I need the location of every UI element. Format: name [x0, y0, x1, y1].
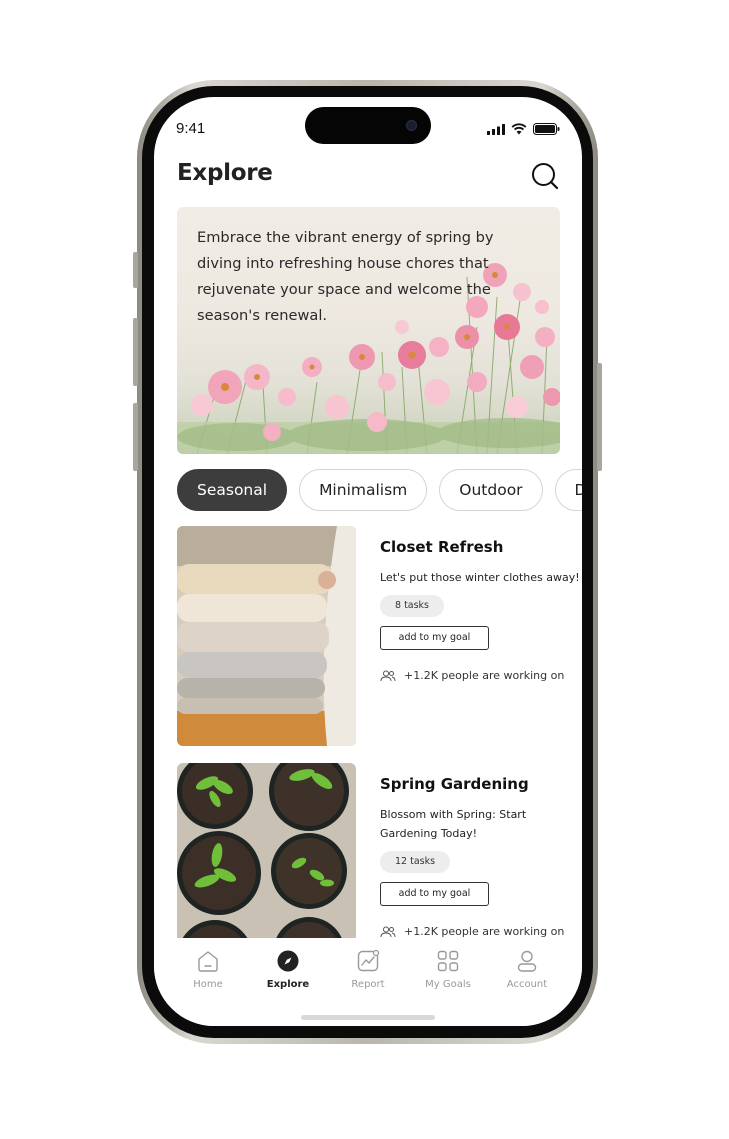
- people-count: +1.2K people are working on: [404, 925, 565, 938]
- card-info: Spring Gardening Blossom with Spring: St…: [380, 775, 577, 938]
- tab-label: Home: [193, 979, 223, 990]
- tasks-badge: 8 tasks: [380, 595, 445, 617]
- goal-card-spring-gardening[interactable]: Spring Gardening Blossom with Spring: St…: [177, 763, 577, 938]
- grid-icon: [437, 950, 459, 972]
- card-title: Closet Refresh: [380, 538, 504, 556]
- home-icon: [198, 951, 218, 972]
- action-button: [133, 252, 138, 288]
- user-icon: [517, 950, 537, 972]
- sweaters-image: [177, 526, 356, 746]
- card-description: Blossom with Spring: Start Gardening Tod…: [380, 808, 527, 840]
- status-time: 9:41: [176, 120, 206, 137]
- tab-account[interactable]: Account: [487, 948, 567, 990]
- chip-minimalism[interactable]: Minimalism: [299, 469, 428, 511]
- tab-home[interactable]: Home: [168, 948, 248, 990]
- card-title: Spring Gardening: [380, 775, 529, 793]
- volume-up-button: [133, 318, 138, 386]
- camera-icon: [406, 120, 417, 131]
- dynamic-island: [305, 107, 431, 144]
- add-to-goal-button[interactable]: add to my goal: [380, 626, 489, 650]
- people-working: +1.2K people are working on: [380, 669, 580, 682]
- people-icon: [380, 670, 396, 681]
- people-icon: [380, 926, 396, 937]
- goal-card-closet-refresh[interactable]: Closet Refresh Let's put those winter cl…: [177, 526, 580, 746]
- tab-label: Explore: [266, 979, 310, 990]
- tab-label: Report: [351, 979, 385, 990]
- card-info: Closet Refresh Let's put those winter cl…: [380, 538, 580, 682]
- page-title: Explore: [177, 160, 273, 186]
- people-count: +1.2K people are working on: [404, 669, 565, 682]
- volume-down-button: [133, 403, 138, 471]
- search-icon[interactable]: [530, 161, 560, 191]
- wifi-icon: [511, 123, 527, 135]
- seedlings-image: [177, 763, 356, 938]
- phone-screen: 9:41 Explore Embrace the vibrant energy …: [154, 97, 582, 1026]
- tab-label: My Goals: [425, 979, 471, 990]
- tab-label: Account: [506, 979, 548, 990]
- card-thumbnail: [177, 526, 356, 746]
- category-chips: Seasonal Minimalism Outdoor Du: [177, 469, 582, 511]
- chart-icon: [357, 949, 380, 972]
- power-button: [597, 363, 602, 471]
- hero-banner[interactable]: Embrace the vibrant energy of spring by …: [177, 207, 560, 454]
- people-working: +1.2K people are working on: [380, 925, 577, 938]
- add-to-goal-button[interactable]: add to my goal: [380, 882, 489, 906]
- hero-text: Embrace the vibrant energy of spring by …: [197, 229, 494, 324]
- compass-icon: [277, 950, 299, 972]
- battery-icon: [533, 123, 560, 135]
- tab-report[interactable]: Report: [328, 948, 408, 990]
- tasks-badge: 12 tasks: [380, 851, 451, 873]
- card-description: Let's put those winter clothes away!: [380, 571, 580, 584]
- status-icons: [487, 123, 560, 135]
- chip-du[interactable]: Du: [554, 469, 582, 511]
- chip-outdoor[interactable]: Outdoor: [439, 469, 543, 511]
- tab-my-goals[interactable]: My Goals: [408, 948, 488, 990]
- bottom-tab-bar: Home Explore Report My Goals Account: [154, 938, 582, 1026]
- home-indicator[interactable]: [301, 1015, 435, 1020]
- card-thumbnail: [177, 763, 356, 938]
- tab-explore[interactable]: Explore: [248, 948, 328, 990]
- signal-icon: [487, 123, 505, 135]
- chip-seasonal[interactable]: Seasonal: [177, 469, 288, 511]
